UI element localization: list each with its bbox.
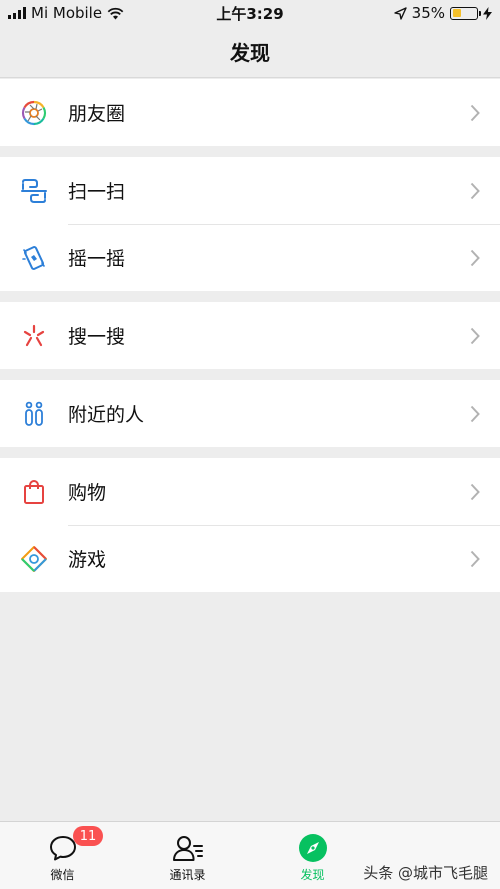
chevron-right-icon [470,405,480,422]
chevron-right-icon [470,483,480,500]
group-shopping-games: 购物 游戏 [0,458,500,592]
status-bar: Mi Mobile 上午3:29 35% [0,0,500,26]
menu-item-label: 扫一扫 [68,181,126,203]
menu-item-nearby-people[interactable]: 附近的人 [0,380,500,447]
menu-item-shopping[interactable]: 购物 [0,458,500,525]
battery-icon [450,6,481,20]
group-nearby: 附近的人 [0,380,500,447]
location-arrow-icon [393,6,407,20]
menu-item-shake[interactable]: 摇一摇 [0,224,500,291]
scan-icon [20,177,48,205]
watermark: 头条 @城市飞毛腿 [363,864,488,882]
chevron-right-icon [470,327,480,344]
menu-item-moments[interactable]: 朋友圈 [0,79,500,146]
chevron-right-icon [470,104,480,121]
menu-item-label: 摇一摇 [68,248,126,270]
compass-icon [297,832,329,864]
unread-badge: 11 [73,826,103,846]
signal-icon [8,7,26,19]
game-icon [20,545,48,573]
nearby-people-icon [20,400,48,428]
group-divider [0,291,500,302]
tab-label: 通讯录 [169,868,206,882]
battery-percent: 35% [411,4,445,22]
chevron-right-icon [470,182,480,199]
group-divider [0,146,500,157]
menu-item-label: 搜一搜 [68,326,126,348]
menu-item-label: 朋友圈 [68,103,126,125]
wifi-icon [107,7,124,19]
menu-item-search[interactable]: 搜一搜 [0,302,500,369]
page-title: 发现 [230,41,270,65]
shopping-bag-icon [20,478,48,506]
status-right: 35% [393,4,492,22]
nav-bar: 发现 [0,26,500,78]
group-moments: 朋友圈 [0,79,500,146]
status-left: Mi Mobile [8,4,124,22]
carrier-label: Mi Mobile [31,4,103,22]
shake-icon [20,244,48,272]
tab-label: 发现 [300,868,325,882]
tab-chats[interactable]: 微信 11 [0,822,125,889]
group-divider [0,369,500,380]
battery-level [452,9,461,17]
menu-item-games[interactable]: 游戏 [0,525,500,592]
group-search: 搜一搜 [0,302,500,369]
charging-bolt-icon [483,6,492,20]
contacts-icon [172,832,204,864]
discover-menu: 朋友圈 扫一扫 摇一摇 搜一搜 附近的人 购物 游戏 [0,79,500,592]
tab-label: 微信 [50,868,75,882]
search-icon [20,322,48,350]
moments-icon [20,99,48,127]
group-scan-shake: 扫一扫 摇一摇 [0,157,500,291]
menu-item-label: 购物 [68,482,107,504]
chevron-right-icon [470,550,480,567]
menu-item-label: 附近的人 [68,404,145,426]
tab-contacts[interactable]: 通讯录 [125,822,250,889]
menu-item-scan[interactable]: 扫一扫 [0,157,500,224]
chevron-right-icon [470,249,480,266]
menu-item-label: 游戏 [68,549,107,571]
group-divider [0,447,500,458]
tab-discover[interactable]: 发现 [250,822,375,889]
